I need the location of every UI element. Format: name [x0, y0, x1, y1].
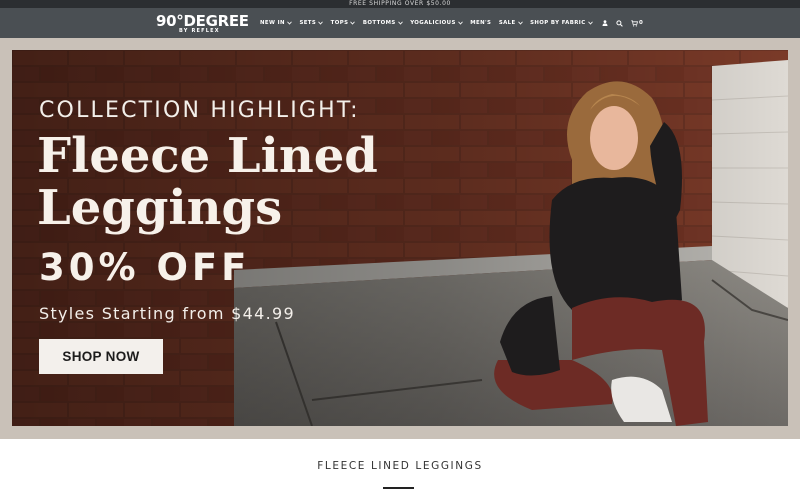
search-button[interactable] [616, 19, 623, 27]
nav-item-label: YOGALICIOUS [410, 20, 456, 26]
chevron-down-icon [517, 21, 523, 25]
nav-item-label: SETS [299, 20, 317, 26]
chevron-down-icon [318, 21, 323, 25]
cart-count: 0 [639, 20, 643, 26]
site-header: 90°DEGREE BY REFLEX NEW IN SETS TOPS BOT… [0, 8, 800, 38]
cart-button[interactable]: 0 [631, 19, 643, 27]
main-nav: NEW IN SETS TOPS BOTTOMS YOGALICIOUS MEN… [260, 8, 600, 38]
chevron-down-icon [457, 21, 463, 25]
user-icon [602, 20, 608, 26]
section-title: FLEECE LINED LEGGINGS [317, 460, 483, 472]
nav-item-new-in[interactable]: NEW IN [260, 20, 292, 26]
nav-item-label: BOTTOMS [362, 20, 396, 26]
logo-main-text: 90°DEGREE [156, 12, 249, 30]
nav-item-mens[interactable]: MEN'S [470, 20, 491, 26]
chevron-down-icon [587, 21, 593, 25]
nav-item-label: NEW IN [260, 20, 285, 26]
section-divider [383, 487, 414, 489]
shop-now-button[interactable]: SHOP NOW [39, 339, 163, 374]
chevron-down-icon [397, 21, 403, 25]
logo-sub-text: BY REFLEX [179, 28, 220, 34]
nav-item-shop-by-fabric[interactable]: SHOP BY FABRIC [530, 20, 593, 26]
nav-item-tops[interactable]: TOPS [331, 20, 356, 26]
hero-frame: COLLECTION HIGHLIGHT: Fleece Lined Leggi… [0, 38, 800, 439]
nav-item-sale[interactable]: SALE [499, 20, 523, 26]
hero-subtitle: Styles Starting from $44.99 [39, 304, 295, 323]
account-button[interactable] [602, 20, 608, 26]
announcement-text: FREE SHIPPING OVER $50.00 [349, 0, 451, 7]
hero-title: Fleece Lined Leggings [37, 130, 378, 234]
hero-offer: 30% OFF [39, 246, 251, 289]
cart-icon [631, 19, 638, 26]
nav-item-label: SHOP BY FABRIC [530, 20, 586, 26]
chevron-down-icon [287, 21, 292, 25]
hero-eyebrow: COLLECTION HIGHLIGHT: [39, 98, 360, 123]
hero-banner[interactable]: COLLECTION HIGHLIGHT: Fleece Lined Leggi… [12, 50, 788, 426]
announcement-bar: FREE SHIPPING OVER $50.00 [0, 0, 800, 8]
nav-item-label: MEN'S [470, 20, 492, 26]
nav-item-bottoms[interactable]: BOTTOMS [363, 20, 403, 26]
nav-item-label: SALE [498, 20, 516, 26]
nav-item-yogalicious[interactable]: YOGALICIOUS [410, 20, 463, 26]
nav-item-label: TOPS [330, 20, 349, 26]
logo[interactable]: 90°DEGREE BY REFLEX [156, 13, 249, 35]
header-actions: 0 [602, 8, 651, 38]
nav-item-sets[interactable]: SETS [299, 20, 323, 26]
chevron-down-icon [350, 21, 356, 25]
hero-title-line-1: Fleece Lined [37, 128, 378, 184]
hero-title-line-2: Leggings [37, 180, 283, 236]
search-icon [616, 19, 623, 27]
